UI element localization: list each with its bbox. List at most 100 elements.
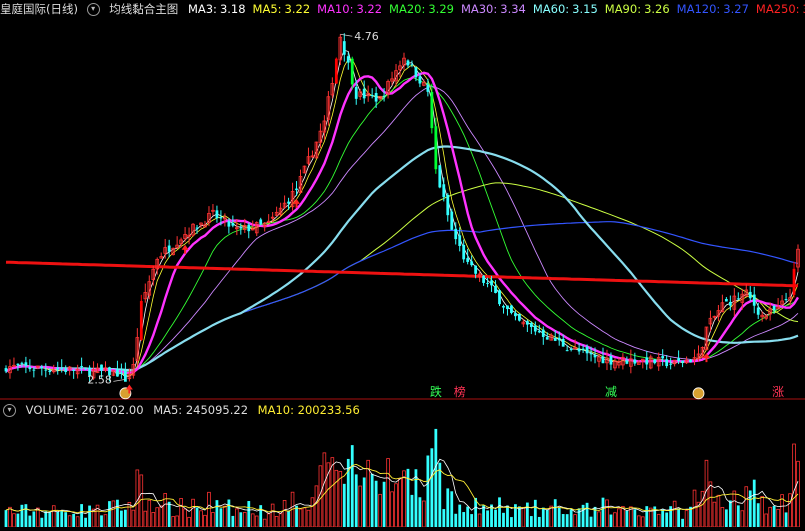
- volume-bar: [446, 488, 450, 527]
- candle-body: [494, 286, 497, 293]
- volume-bar: [549, 505, 554, 528]
- candle-body: [677, 358, 681, 361]
- volume-bar: [398, 478, 402, 528]
- volume-bar: [44, 511, 48, 527]
- volume-bar: [617, 508, 621, 528]
- volume-bar: [434, 428, 438, 527]
- candle-body: [689, 359, 692, 363]
- stock-name: 皇庭国际(日线): [0, 2, 78, 16]
- volume-bar: [665, 512, 669, 527]
- volume-bar: [215, 500, 219, 527]
- candle-body: [510, 305, 513, 313]
- volume-bar: [573, 514, 577, 528]
- candle-body: [72, 369, 76, 371]
- indicator-name[interactable]: 均线黏合主图: [109, 2, 178, 16]
- candle-body: [784, 299, 788, 301]
- candle-body: [569, 349, 573, 351]
- volume-bar: [438, 462, 442, 527]
- volume-bar: [56, 511, 60, 527]
- volume-bar: [402, 470, 406, 528]
- volume-bar: [262, 518, 267, 528]
- candle-body: [116, 369, 119, 377]
- candle-body: [557, 337, 561, 341]
- volume-bar: [390, 491, 394, 528]
- candle-body: [529, 322, 533, 328]
- ma-legend-item: MA250:: [755, 2, 800, 16]
- volume-bar: [350, 445, 354, 527]
- volume-bar: [716, 494, 721, 528]
- candle-body: [669, 363, 673, 365]
- candle-body: [514, 313, 517, 317]
- volume-bar: [171, 516, 175, 528]
- volume-bar: [342, 483, 346, 527]
- candle-body: [24, 362, 28, 366]
- candle-body: [406, 60, 410, 66]
- volume-bar: [442, 509, 446, 527]
- candle-body: [665, 359, 669, 367]
- volume-bar: [48, 512, 52, 527]
- signal-label: 涨: [772, 384, 784, 399]
- volume-bar: [330, 457, 335, 528]
- candle-body: [334, 58, 338, 84]
- candle-body: [466, 258, 470, 262]
- volume-bar: [195, 507, 199, 527]
- volume-bar: [458, 504, 462, 527]
- volume-bar: [506, 505, 509, 527]
- volume-bar: [498, 497, 501, 527]
- stock-chart: 4.76 2.58 跌榜 减 涨 皇庭国际(日线) ▾ 均线黏合主图 MA3: 3.18 M…: [0, 0, 805, 528]
- volume-bar: [310, 497, 315, 528]
- volume-bar: [732, 490, 737, 528]
- volume-bar: [537, 516, 541, 527]
- candle-body: [84, 368, 87, 370]
- volume-bar: [740, 510, 745, 528]
- volume-bar: [430, 448, 434, 527]
- ma-legend-value: 3.22: [356, 2, 383, 16]
- candle-body: [247, 224, 251, 232]
- volume-bar: [672, 500, 677, 528]
- candle-body: [756, 307, 760, 315]
- candle-body: [525, 321, 529, 325]
- volume-bar: [242, 511, 247, 528]
- volume-bar: [239, 512, 243, 527]
- volume-bar: [756, 503, 760, 527]
- volume-bar: [103, 514, 108, 528]
- indicator-menu-icon[interactable]: ▾: [86, 3, 100, 16]
- candle-body: [486, 282, 489, 284]
- volume-bar: [561, 514, 565, 527]
- volume-bar: [684, 510, 689, 528]
- volume-bar: [454, 513, 458, 527]
- candle-body: [426, 84, 430, 92]
- candle-body: [259, 219, 263, 224]
- volume-bar: [147, 499, 152, 528]
- volume-bar: [12, 513, 16, 528]
- volume-bar: [605, 499, 609, 528]
- ma-legend-value: 3.18: [219, 2, 246, 16]
- volume-bar: [259, 505, 263, 527]
- volume-bar: [625, 510, 629, 527]
- volume-bar: [287, 510, 290, 527]
- volume-bar: [621, 506, 625, 528]
- candle-body: [601, 356, 605, 364]
- signal-label: 减: [605, 385, 617, 399]
- volume-menu-icon[interactable]: ▾: [3, 404, 16, 417]
- volume-bar: [541, 507, 545, 527]
- volume-bar: [8, 506, 12, 528]
- volume-bar: [569, 509, 573, 527]
- volume-bar: [32, 511, 36, 527]
- ma-legend: MA3: 3.18 MA5: 3.22 MA10: 3.22 MA20: 3.29 MA30: 3…: [188, 2, 805, 16]
- volume-bar: [247, 501, 251, 527]
- volume-value: VOLUME: 267102.00: [25, 403, 144, 417]
- volume-bar: [100, 515, 103, 527]
- volume-bar: [681, 518, 684, 527]
- candle-body: [609, 355, 613, 365]
- volume-bar: [302, 507, 307, 528]
- candle-body: [537, 331, 541, 333]
- candle-body: [438, 165, 442, 188]
- volume-bar: [159, 505, 164, 528]
- volume-bar: [358, 485, 363, 528]
- volume-bar: [219, 508, 223, 527]
- low-label: 2.58: [87, 373, 112, 386]
- ma-legend-value: 3.29: [428, 2, 454, 16]
- volume-bar: [231, 515, 235, 527]
- volume-bar: [116, 499, 119, 527]
